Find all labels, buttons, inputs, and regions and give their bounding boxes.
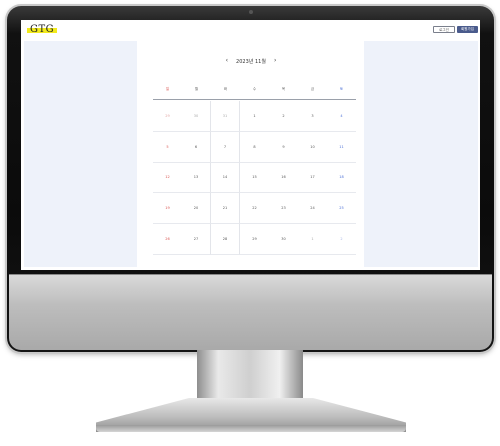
calendar-day[interactable]: 2: [269, 101, 298, 132]
calendar-day[interactable]: 1: [298, 224, 327, 255]
calendar-day[interactable]: 23: [269, 193, 298, 225]
calendar-day[interactable]: 21: [211, 193, 240, 225]
monitor-stand-neck: [197, 350, 303, 404]
monitor-stand-base-edge: [96, 425, 406, 432]
weekday-label: 금: [310, 87, 315, 91]
weekday-label: 토: [339, 87, 344, 91]
calendar-grid: 29 30 31 1 2 3 4 5 6 7 8 9 10 11 12 13 1…: [153, 101, 356, 255]
calendar-day[interactable]: 29: [240, 224, 269, 255]
calendar-day[interactable]: 13: [182, 162, 211, 194]
calendar-day[interactable]: 20: [182, 193, 211, 225]
chevron-right-icon[interactable]: ›: [274, 56, 276, 66]
calendar-day[interactable]: 26: [153, 224, 182, 255]
calendar-day[interactable]: 2: [327, 224, 356, 255]
weekday-label: 수: [252, 87, 257, 91]
calendar-month-title: 2023년 11월: [236, 58, 266, 65]
calendar-day[interactable]: 12: [153, 163, 182, 194]
calendar-day[interactable]: 10: [298, 132, 327, 163]
calendar-day[interactable]: 22: [240, 193, 269, 225]
calendar-day[interactable]: 1: [240, 101, 269, 132]
calendar-day[interactable]: 7: [211, 131, 240, 163]
calendar-day[interactable]: 5: [153, 132, 182, 163]
calendar-day[interactable]: 28: [211, 224, 240, 255]
right-sidebar-panel: [364, 41, 478, 267]
calendar-day[interactable]: 19: [153, 193, 182, 225]
weekday-label: 목: [281, 87, 286, 91]
calendar-day[interactable]: 3: [298, 101, 327, 132]
calendar-header: ‹ 2023년 11월 ›: [141, 56, 361, 66]
calendar-day[interactable]: 9: [269, 132, 298, 163]
calendar-day[interactable]: 25: [327, 193, 356, 225]
calendar-day[interactable]: 17: [298, 163, 327, 194]
weekday-label: 화: [223, 87, 228, 91]
signup-button[interactable]: 회원가입: [457, 26, 478, 33]
monitor-chin: [9, 274, 492, 350]
calendar-day[interactable]: 11: [327, 132, 356, 163]
calendar-day[interactable]: 14: [211, 162, 240, 194]
left-sidebar-panel: [24, 41, 137, 267]
calendar-day[interactable]: 6: [182, 131, 211, 163]
calendar-day[interactable]: 27: [182, 224, 211, 255]
login-button[interactable]: 로그인: [433, 26, 455, 33]
calendar-day[interactable]: 18: [327, 163, 356, 194]
screen: GTG 로그인 회원가입 ‹ 2023년 11월 › 일 월 화 수 목 금 토: [21, 20, 480, 270]
weekday-header-row: 일 월 화 수 목 금 토: [153, 78, 356, 100]
calendar-day[interactable]: 29: [153, 101, 182, 132]
logo[interactable]: GTG: [27, 24, 58, 36]
stage: GTG 로그인 회원가입 ‹ 2023년 11월 › 일 월 화 수 목 금 토: [0, 0, 500, 446]
monitor-frame: GTG 로그인 회원가입 ‹ 2023년 11월 › 일 월 화 수 목 금 토: [7, 6, 494, 352]
calendar-day[interactable]: 30: [269, 224, 298, 255]
calendar-day[interactable]: 15: [240, 163, 269, 194]
calendar-day[interactable]: 4: [327, 101, 356, 132]
calendar-day[interactable]: 8: [240, 132, 269, 163]
calendar-day[interactable]: 30: [182, 101, 211, 132]
weekday-label: 일: [165, 87, 170, 91]
calendar-day[interactable]: 16: [269, 163, 298, 194]
webcam-icon: [249, 10, 253, 14]
chevron-left-icon[interactable]: ‹: [226, 56, 228, 66]
calendar-day[interactable]: 24: [298, 193, 327, 225]
calendar-day[interactable]: 31: [211, 101, 240, 132]
weekday-label: 월: [194, 87, 199, 91]
